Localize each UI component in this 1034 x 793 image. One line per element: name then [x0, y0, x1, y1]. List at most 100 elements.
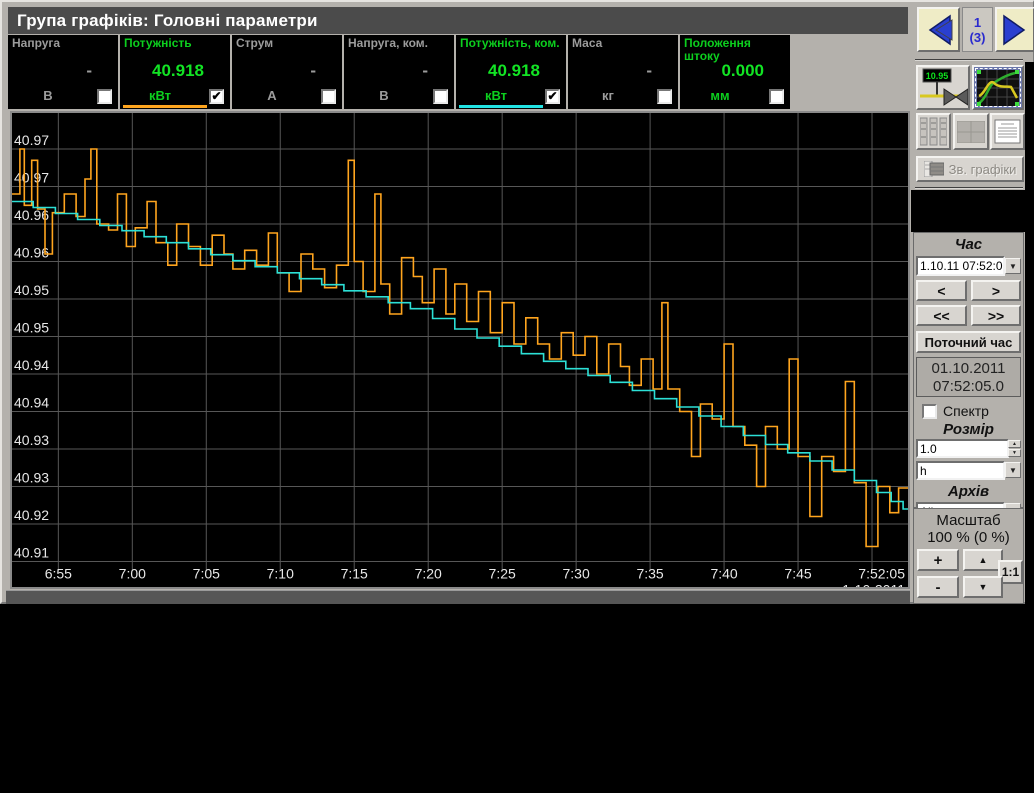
svg-text:7:35: 7:35	[636, 566, 663, 582]
svg-text:7:00: 7:00	[119, 566, 146, 582]
pan-down-button[interactable]: ▼	[963, 576, 1003, 598]
svg-text:40.91: 40.91	[14, 545, 49, 561]
panel-label: Напруга, ком.	[348, 37, 452, 50]
panel-value: -	[646, 61, 652, 81]
cabinets-icon	[920, 117, 947, 146]
datetime-time: 07:52:05.0	[917, 378, 1020, 396]
current-time-button[interactable]: Поточний час	[916, 331, 1021, 353]
panel-unit: В	[344, 88, 424, 103]
panel-plot-checkbox[interactable]	[433, 89, 448, 104]
svg-text:40.95: 40.95	[14, 320, 49, 336]
panel-series-color-bar	[459, 105, 543, 108]
svg-text:7:52:05: 7:52:05	[858, 566, 905, 582]
svg-text:40.95: 40.95	[14, 282, 49, 298]
panel-unit: В	[8, 88, 88, 103]
zoom-in-button[interactable]: +	[917, 549, 959, 571]
panel-value: -	[422, 61, 428, 81]
svg-text:7:25: 7:25	[489, 566, 516, 582]
sidebar-gap-right	[1025, 62, 1034, 190]
panel-unit: кВт	[456, 88, 536, 103]
chevron-down-icon: ▼	[1009, 262, 1017, 271]
panel-plot-checkbox[interactable]	[657, 89, 672, 104]
prev-page-button[interactable]	[917, 7, 960, 52]
svg-text:40.94: 40.94	[14, 395, 49, 411]
page-indicator: 1 (3)	[962, 7, 993, 52]
panel-unit: мм	[680, 88, 760, 103]
panel-value: 40.918	[152, 61, 204, 81]
scale-value: 100 % (0 %)	[914, 529, 1023, 546]
time-dropdown[interactable]: 1.10.11 07:52:05	[916, 256, 1005, 276]
fast-back-button[interactable]: <<	[916, 305, 967, 326]
panel-unit: А	[232, 88, 312, 103]
panel-plot-checkbox[interactable]	[97, 89, 112, 104]
panel-unit: кВт	[120, 88, 200, 103]
time-dropdown-button[interactable]: ▼	[1005, 258, 1021, 274]
svg-text:40.92: 40.92	[14, 507, 49, 523]
parameter-panel: Струм - А	[232, 35, 342, 109]
size-unit-dropdown[interactable]: h	[916, 461, 1005, 480]
size-unit-dropdown-button[interactable]: ▼	[1005, 462, 1021, 478]
time-section: Час 1.10.11 07:52:05 ▼ < > << >> Поточни…	[913, 232, 1024, 508]
arrow-left-icon	[922, 12, 956, 48]
svg-text:7:05: 7:05	[193, 566, 220, 582]
panel-value: -	[310, 61, 316, 81]
size-spinner-down[interactable]: ▼	[1008, 449, 1021, 457]
panel-value: 40.918	[488, 61, 540, 81]
related-graphs-label: Зв. графіки	[949, 162, 1017, 177]
page-current: 1	[963, 15, 992, 30]
archive-section-header: Архів	[914, 483, 1023, 500]
panel-label: Положення штоку	[684, 37, 788, 63]
mimic-view-button[interactable]: 10.95	[916, 65, 970, 110]
parameter-panel: Потужність40.918кВт✔	[120, 35, 230, 109]
step-forward-button[interactable]: >	[971, 280, 1021, 301]
sidebar-gap	[911, 190, 1034, 232]
pan-up-button[interactable]: ▲	[963, 549, 1003, 571]
graph-group-window: Група графіків: Головні параметри Напруг…	[0, 0, 1034, 604]
size-section-header: Розмір	[914, 421, 1023, 438]
step-back-button[interactable]: <	[916, 280, 967, 301]
svg-text:40.94: 40.94	[14, 357, 49, 373]
panel-plot-checkbox[interactable]	[769, 89, 784, 104]
parameter-panel: Напруга, ком. - В	[344, 35, 454, 109]
scale-label: Масштаб	[914, 512, 1023, 529]
panel-value: 0.000	[721, 61, 764, 81]
zoom-out-button[interactable]: -	[917, 576, 959, 598]
panel-series-color-bar	[123, 105, 207, 108]
chart-plot[interactable]: 40.9740.9740.9640.9640.9540.9540.9440.94…	[10, 111, 910, 589]
size-input[interactable]: 1.0	[916, 439, 1009, 458]
svg-text:7:30: 7:30	[563, 566, 590, 582]
svg-text:7:45: 7:45	[784, 566, 811, 582]
parameter-panel: Маса-кг	[568, 35, 678, 109]
time-section-header: Час	[914, 236, 1023, 253]
table-view-button[interactable]	[953, 113, 989, 150]
panel-plot-checkbox[interactable]: ✔	[545, 89, 560, 104]
fast-forward-button[interactable]: >>	[971, 305, 1021, 326]
parameter-panel: Потужність, ком. 40.918 кВт ✔	[456, 35, 566, 109]
chevron-down-icon: ▼	[1012, 450, 1017, 456]
panel-plot-checkbox[interactable]	[321, 89, 336, 104]
page-total: (3)	[963, 30, 992, 45]
size-spinner-up[interactable]: ▲	[1008, 440, 1021, 448]
report-view-button[interactable]	[990, 113, 1025, 150]
panel-label: Напруга	[12, 37, 116, 50]
svg-text:40.93: 40.93	[14, 432, 49, 448]
chart-bottom-strip	[6, 590, 910, 604]
cabinets-view-button[interactable]	[916, 113, 951, 150]
next-page-button[interactable]	[995, 7, 1034, 52]
related-graphs-icon	[924, 161, 944, 177]
svg-text:7:40: 7:40	[710, 566, 737, 582]
graphs-view-button[interactable]	[972, 65, 1024, 110]
related-graphs-button[interactable]: Зв. графіки	[916, 156, 1024, 182]
svg-text:7:20: 7:20	[415, 566, 442, 582]
spectrum-checkbox[interactable]	[922, 404, 937, 419]
panel-label: Потужність, ком.	[460, 37, 564, 50]
chevron-down-icon: ▼	[1009, 466, 1017, 475]
panel-plot-checkbox[interactable]: ✔	[209, 89, 224, 104]
scale-section: Масштаб 100 % (0 %) + ▲ 1:1 - ▼	[913, 508, 1024, 604]
chevron-up-icon: ▲	[1012, 441, 1017, 447]
sidebar-divider	[915, 59, 1023, 61]
valve-display-value: 10.95	[926, 71, 949, 81]
arrow-right-icon	[998, 12, 1032, 48]
panel-label: Струм	[236, 37, 340, 50]
svg-text:40.97: 40.97	[14, 132, 49, 148]
